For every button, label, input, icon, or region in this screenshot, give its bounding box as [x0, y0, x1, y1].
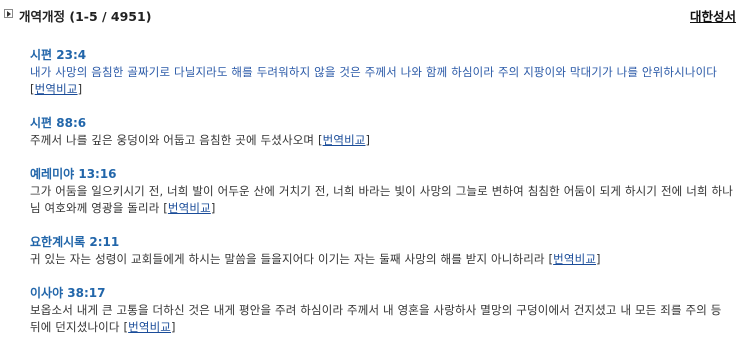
triangle-right-icon [7, 11, 11, 17]
compare-bracket-close: ] [596, 252, 601, 266]
compare-bracket-close: ] [77, 82, 83, 96]
verse-text-segment: 귀 있는 자는 성령이 교회들에게 하시는 말씀을 들을지어다 이기는 자는 둘… [30, 252, 545, 266]
compare-translation-link[interactable]: [번역비교] [548, 252, 600, 266]
result-item: 시편 23:4 내가 사망의 음침한 골짜기로 다닐지라도 해를 두려워하지 않을… [30, 44, 736, 98]
compare-label[interactable]: 번역비교 [323, 133, 366, 147]
verse-text: 그가 어둠을 일으키시기 전, 너희 발이 어두운 산에 거치기 전, 너희 바… [30, 183, 736, 217]
bible-society-link[interactable]: 대한성서 [690, 6, 740, 25]
compare-bracket-close: ] [365, 133, 371, 147]
compare-label[interactable]: 번역비교 [35, 82, 78, 96]
compare-translation-link[interactable]: [번역비교] [318, 133, 370, 147]
verse-text: 귀 있는 자는 성령이 교회들에게 하시는 말씀을 들을지어다 이기는 자는 둘… [30, 251, 736, 268]
result-item: 시편 88:6 주께서 나를 깊은 웅덩이와 어둡고 음침한 곳에 두셨사오며 [… [30, 112, 736, 149]
verse-text-segment: 그가 어둠을 일으키시기 전, 너희 발이 어두운 산에 거치기 전, 너희 바… [30, 184, 733, 215]
compare-label[interactable]: 번역비교 [168, 201, 211, 215]
verse-reference-link[interactable]: 시편 23:4 [30, 47, 86, 64]
result-item: 예레미야 13:16 그가 어둠을 일으키시기 전, 너희 발이 어두운 산에 거… [30, 163, 736, 217]
results-title: 개역개정 (1-5 / 4951) [19, 9, 152, 24]
compare-bracket-close: ] [210, 201, 216, 215]
verse-reference-link[interactable]: 이사야 38:17 [30, 285, 106, 302]
result-item: 요한계시록 2:11 귀 있는 자는 성령이 교회들에게 하시는 말씀을 들을지어… [30, 231, 736, 268]
results-list: 시편 23:4 내가 사망의 음침한 골짜기로 다닐지라도 해를 두려워하지 않을… [30, 44, 736, 350]
compare-translation-link[interactable]: [번역비교] [30, 82, 82, 96]
compare-label[interactable]: 번역비교 [128, 320, 171, 334]
verse-reference-link[interactable]: 시편 88:6 [30, 115, 86, 132]
verse-reference-link[interactable]: 예레미야 13:16 [30, 166, 117, 183]
verse-text: 주께서 나를 깊은 웅덩이와 어둡고 음침한 곳에 두셨사오며 [번역비교] [30, 132, 736, 149]
expand-toggle[interactable] [4, 9, 13, 18]
result-item: 이사야 38:17 보옵소서 내게 큰 고통을 더하신 것은 내게 평안을 주려 … [30, 282, 736, 336]
compare-label[interactable]: 번역비교 [553, 252, 596, 266]
results-header: 개역개정 (1-5 / 4951) 대한성서 [0, 0, 740, 30]
verse-reference-link[interactable]: 요한계시록 2:11 [30, 234, 119, 251]
verse-text: 내가 사망의 음침한 골짜기로 다닐지라도 해를 두려워하지 않을 것은 주께서… [30, 64, 736, 98]
compare-bracket-close: ] [171, 320, 176, 334]
verse-text-segment: 내가 사망의 음침한 골짜기로 다닐지라도 해를 두려워하지 않을 것은 [30, 65, 365, 79]
verse-text: 보옵소서 내게 큰 고통을 더하신 것은 내게 평안을 주려 하심이라 주께서 … [30, 302, 736, 336]
compare-translation-link[interactable]: [번역비교] [123, 320, 175, 334]
verse-text-segment: 주께서 나를 깊은 웅덩이와 어둡고 음침한 곳에 두셨사오며 [30, 133, 315, 147]
compare-translation-link[interactable]: [번역비교] [163, 201, 215, 215]
verse-text-segment: 주께서 나와 함께 하심이라 주의 지팡이와 막대기가 나를 안위하시나이다 [364, 65, 718, 79]
